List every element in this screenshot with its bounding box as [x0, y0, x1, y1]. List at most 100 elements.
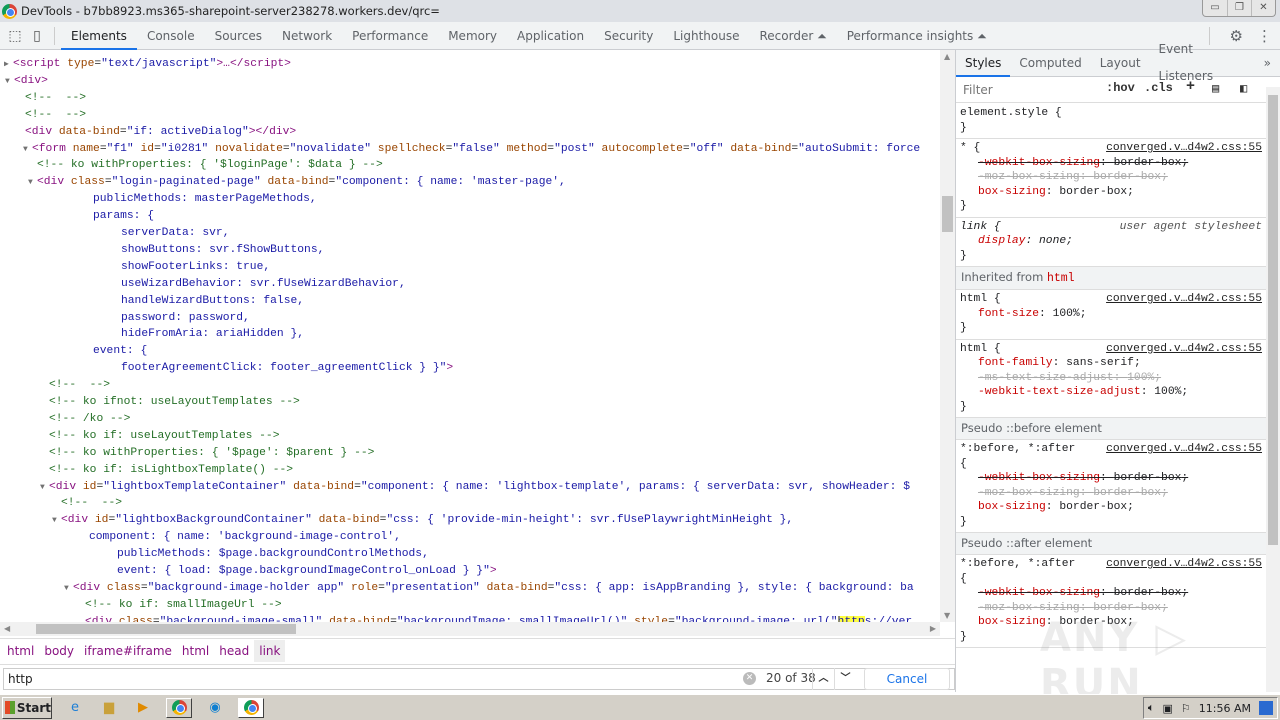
property-value[interactable]: sans-serif	[1066, 357, 1134, 369]
close-button[interactable]: ✕	[1251, 0, 1275, 16]
css-property[interactable]: -moz-box-sizing: border-box;	[960, 486, 1266, 501]
collapse-triangle-icon[interactable]: ▼	[5, 73, 10, 90]
css-property[interactable]: -moz-box-sizing: border-box;	[960, 601, 1266, 616]
dom-node-line[interactable]: <!-- /ko -->	[49, 411, 130, 428]
dom-node-line[interactable]: <!-- ko if: useLayoutTemplates -->	[49, 428, 280, 445]
dom-node-line[interactable]: event: {	[93, 343, 147, 360]
media-player-icon[interactable]: ▶	[132, 698, 154, 718]
property-value[interactable]: 100%	[1127, 372, 1154, 384]
dom-node-line[interactable]: event: { load: $page.backgroundImageCont…	[117, 563, 497, 580]
tab-lighthouse[interactable]: Lighthouse	[663, 22, 749, 50]
breadcrumb-item[interactable]: head	[214, 640, 254, 662]
network-icon[interactable]: ▣	[1163, 702, 1173, 715]
dom-node-line[interactable]: component: { name: 'background-image-con…	[89, 529, 401, 546]
dom-node-line[interactable]: <div class="background-image-small" data…	[85, 614, 912, 622]
clear-search-icon[interactable]: ✕	[743, 672, 756, 685]
chrome-taskbar-icon[interactable]	[166, 697, 192, 718]
dom-node-line[interactable]: showButtons: svr.fShowButtons,	[121, 242, 324, 259]
inspect-element-icon[interactable]: ⬚	[4, 25, 26, 47]
dom-node-line[interactable]: <div class="background-image-holder app"…	[73, 580, 914, 597]
breadcrumb-item[interactable]: body	[39, 640, 79, 662]
property-name[interactable]: -webkit-box-sizing	[978, 587, 1100, 599]
restore-button[interactable]: ❐	[1227, 0, 1251, 16]
collapse-triangle-icon[interactable]: ▼	[64, 580, 69, 597]
property-name[interactable]: -webkit-text-size-adjust	[978, 386, 1141, 398]
property-value[interactable]: border-box	[1114, 472, 1182, 484]
property-name[interactable]: font-size	[978, 308, 1039, 320]
scrollbar-thumb[interactable]	[1268, 95, 1278, 545]
css-property[interactable]: -webkit-text-size-adjust: 100%;	[960, 385, 1266, 400]
collapse-triangle-icon[interactable]: ▼	[40, 479, 45, 496]
dom-node-line[interactable]: <div class="login-paginated-page" data-b…	[37, 174, 566, 191]
previous-match-button[interactable]: ︿	[812, 668, 834, 690]
scroll-up-icon[interactable]: ▲	[944, 52, 950, 61]
collapse-triangle-icon[interactable]: ▼	[52, 512, 57, 529]
property-value[interactable]: border-box	[1059, 186, 1127, 198]
property-name[interactable]: font-family	[978, 357, 1053, 369]
chrome-active-taskbar-icon[interactable]	[238, 697, 264, 718]
css-property[interactable]: -webkit-box-sizing: border-box;	[960, 156, 1266, 171]
tab-memory[interactable]: Memory	[438, 22, 507, 50]
hover-state-toggle[interactable]: :hov	[1106, 81, 1135, 95]
cancel-search-button[interactable]: Cancel	[864, 668, 950, 690]
tab-security[interactable]: Security	[594, 22, 663, 50]
scrollbar-thumb[interactable]	[36, 624, 296, 634]
property-value[interactable]: border-box	[1059, 501, 1127, 513]
styles-scrollbar[interactable]	[1266, 87, 1280, 692]
property-name[interactable]: -moz-box-sizing	[978, 171, 1080, 183]
new-rule-icon[interactable]: +	[1186, 78, 1195, 95]
vertical-scrollbar[interactable]: ▲ ▼	[940, 50, 955, 622]
edge-icon[interactable]: ◉	[204, 698, 226, 718]
tab-performance-insights[interactable]: Performance insights ⏶	[837, 22, 997, 50]
dom-node-line[interactable]: publicMethods: masterPageMethods,	[93, 191, 317, 208]
property-value[interactable]: none	[1039, 235, 1066, 247]
dom-node-line[interactable]: <!-- ko if: isLightboxTemplate() -->	[49, 462, 293, 479]
property-name[interactable]: box-sizing	[978, 616, 1046, 628]
css-property[interactable]: font-family: sans-serif;	[960, 356, 1266, 371]
css-property[interactable]: -ms-text-size-adjust: 100%;	[960, 371, 1266, 386]
styles-filter-input[interactable]	[959, 79, 1099, 100]
rule-source-link[interactable]: converged.v…d4w2.css:55	[1106, 342, 1262, 357]
css-property[interactable]: -webkit-box-sizing: border-box;	[960, 471, 1266, 486]
file-explorer-icon[interactable]: ▆	[98, 698, 120, 718]
dom-node-line[interactable]: useWizardBehavior: svr.fUseWizardBehavio…	[121, 276, 406, 293]
tab-elements[interactable]: Elements	[61, 22, 137, 50]
dom-node-line[interactable]: handleWizardButtons: false,	[121, 293, 304, 310]
tab-computed[interactable]: Computed	[1010, 50, 1090, 77]
dom-node-line[interactable]: password: password,	[121, 310, 250, 327]
dom-node-line[interactable]: <form name="f1" id="i0281" novalidate="n…	[32, 141, 920, 158]
dom-node-line[interactable]: <!-- ko withProperties: { '$page': $pare…	[49, 445, 374, 462]
tab-styles[interactable]: Styles	[956, 50, 1011, 77]
css-property[interactable]: -webkit-box-sizing: border-box;	[960, 586, 1266, 601]
paint-brush-icon[interactable]: ▤	[1212, 81, 1219, 96]
dom-node-line[interactable]: <!-- ko if: smallImageUrl -->	[85, 597, 282, 614]
dom-node-line[interactable]: <div id="lightboxBackgroundContainer" da…	[61, 512, 793, 529]
dom-node-line[interactable]: <script type="text/javascript">…</script…	[13, 56, 291, 73]
property-value[interactable]: border-box	[1093, 487, 1161, 499]
breadcrumb-item[interactable]: iframe#iframe	[79, 640, 177, 662]
property-value[interactable]: border-box	[1093, 171, 1161, 183]
more-tabs-button[interactable]: »	[1255, 50, 1280, 77]
scrollbar-thumb[interactable]	[942, 196, 953, 232]
scroll-left-icon[interactable]: ◀	[4, 624, 10, 633]
device-toolbar-icon[interactable]: ▯	[26, 25, 48, 47]
toggle-sidebar-icon[interactable]: ◧	[1240, 81, 1247, 96]
dom-node-line[interactable]: <!-- -->	[25, 107, 86, 124]
dom-node-line[interactable]: footerAgreementClick: footer_agreementCl…	[121, 360, 453, 377]
scroll-right-icon[interactable]: ▶	[930, 624, 936, 633]
collapse-triangle-icon[interactable]: ▼	[28, 174, 33, 191]
tab-console[interactable]: Console	[137, 22, 205, 50]
property-name[interactable]: -webkit-box-sizing	[978, 157, 1100, 169]
property-value[interactable]: border-box	[1114, 587, 1182, 599]
breadcrumb-item[interactable]: html	[2, 640, 39, 662]
dom-node-line[interactable]: params: {	[93, 208, 154, 225]
collapse-triangle-icon[interactable]: ▼	[23, 141, 28, 158]
horizontal-scrollbar[interactable]: ◀ ▶	[0, 622, 940, 636]
property-value[interactable]: 100%	[1154, 386, 1181, 398]
minimize-button[interactable]: ▭	[1203, 0, 1227, 16]
tab-network[interactable]: Network	[272, 22, 342, 50]
rule-source-link[interactable]: converged.v…d4w2.css:55	[1106, 557, 1262, 572]
dom-node-line[interactable]: <!-- ko withProperties: { '$loginPage': …	[37, 157, 383, 174]
more-options-icon[interactable]: ⋮	[1257, 27, 1272, 45]
property-name[interactable]: -moz-box-sizing	[978, 602, 1080, 614]
